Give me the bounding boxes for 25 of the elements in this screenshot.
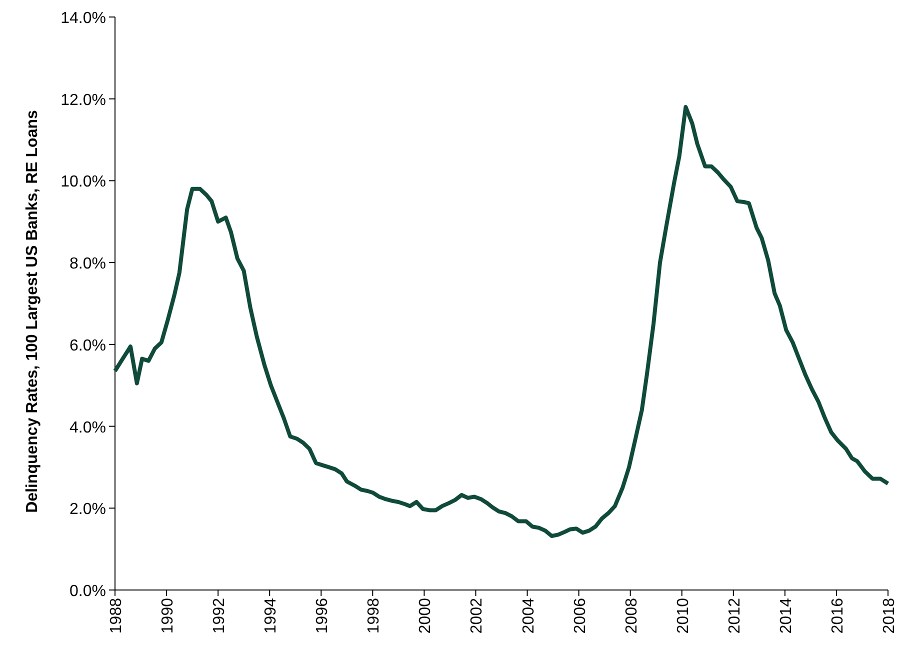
y-tick-label: 2.0% (70, 501, 106, 518)
x-tick-label: 1998 (366, 598, 383, 634)
y-tick-label: 6.0% (70, 337, 106, 354)
x-tick-label: 1992 (211, 598, 228, 634)
y-tick-label: 4.0% (70, 419, 106, 436)
x-tick-label: 1996 (314, 598, 332, 634)
x-tick-label: 2018 (881, 598, 898, 634)
y-axis-title: Delinquency Rates, 100 Largest US Banks, RE Loans (24, 110, 41, 513)
x-tick-label: 1988 (108, 598, 125, 634)
x-tick-label: 2000 (417, 598, 434, 634)
x-tick-label: 2016 (829, 598, 846, 634)
y-tick-label: 14.0% (60, 10, 106, 27)
x-tick-label: 2002 (468, 598, 486, 634)
x-tick-label: 2014 (778, 598, 795, 634)
y-tick-label: 0.0% (70, 583, 106, 600)
x-tick-label: 2010 (674, 598, 692, 634)
x-tick-label: 2006 (572, 598, 589, 634)
x-tick-label: 1994 (262, 598, 280, 634)
x-tick-label: 2004 (520, 598, 538, 634)
y-tick-label: 10.0% (60, 174, 106, 191)
x-tick-label: 2008 (623, 598, 640, 634)
x-tick-label: 1990 (160, 598, 177, 634)
y-tick-label: 12.0% (60, 92, 106, 109)
x-tick-label: 2012 (726, 598, 744, 634)
y-tick-label: 8.0% (70, 256, 106, 273)
